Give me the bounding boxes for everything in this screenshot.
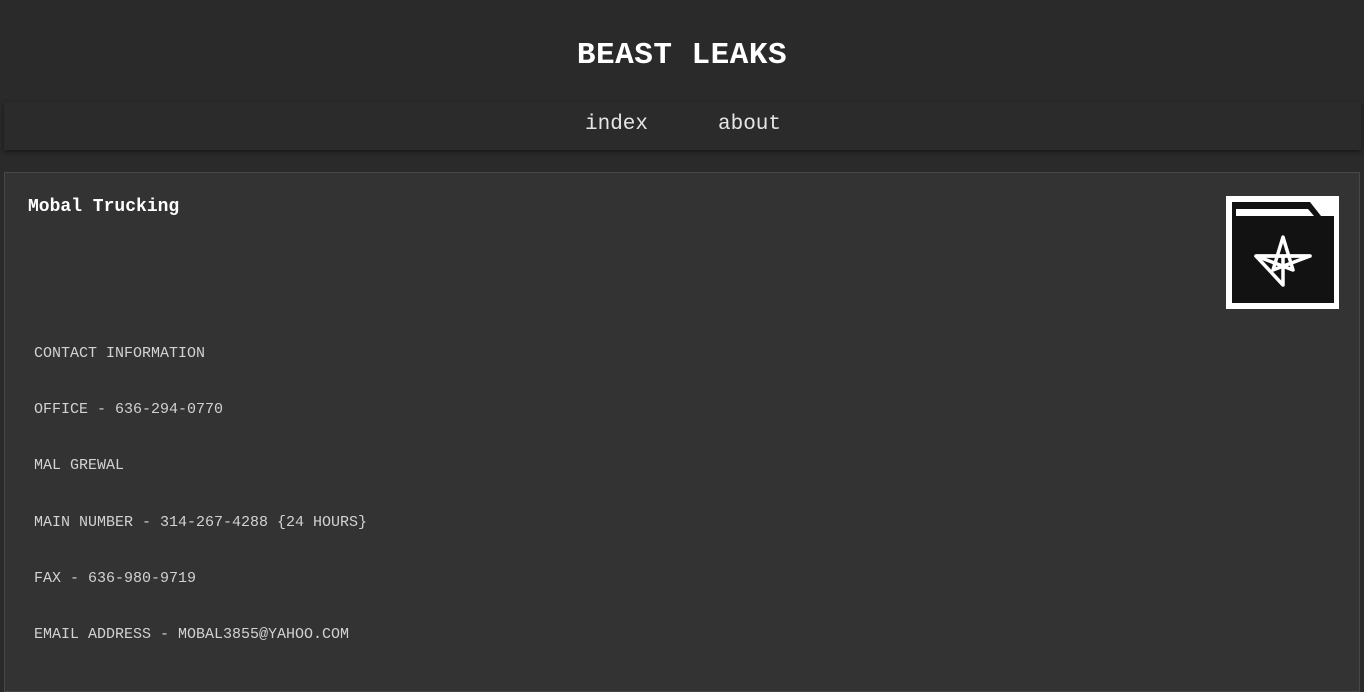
nav-link-index[interactable]: index xyxy=(585,113,648,136)
contact-info-heading: CONTACT INFORMATION xyxy=(34,345,206,362)
folder-pentagram-icon[interactable] xyxy=(1226,196,1339,309)
site-title: BEAST LEAKS xyxy=(576,38,788,73)
office-phone: OFFICE - 636-294-0770 xyxy=(34,401,224,418)
contact-name: MAL GREWAL xyxy=(34,457,125,474)
main-number: MAIN NUMBER - 314-267-4288 {24 HOURS} xyxy=(34,514,368,531)
post-title[interactable]: Mobal Trucking xyxy=(28,197,179,217)
nav-link-about[interactable]: about xyxy=(718,113,781,136)
post-card: Mobal Trucking CONTACT INFORMATION OFFIC… xyxy=(4,172,1360,692)
email-address: EMAIL ADDRESS - MOBAL3855@YAHOO.COM xyxy=(34,626,350,643)
nav-bar: index about xyxy=(4,102,1361,150)
fax-number: FAX - 636-980-9719 xyxy=(34,570,197,587)
